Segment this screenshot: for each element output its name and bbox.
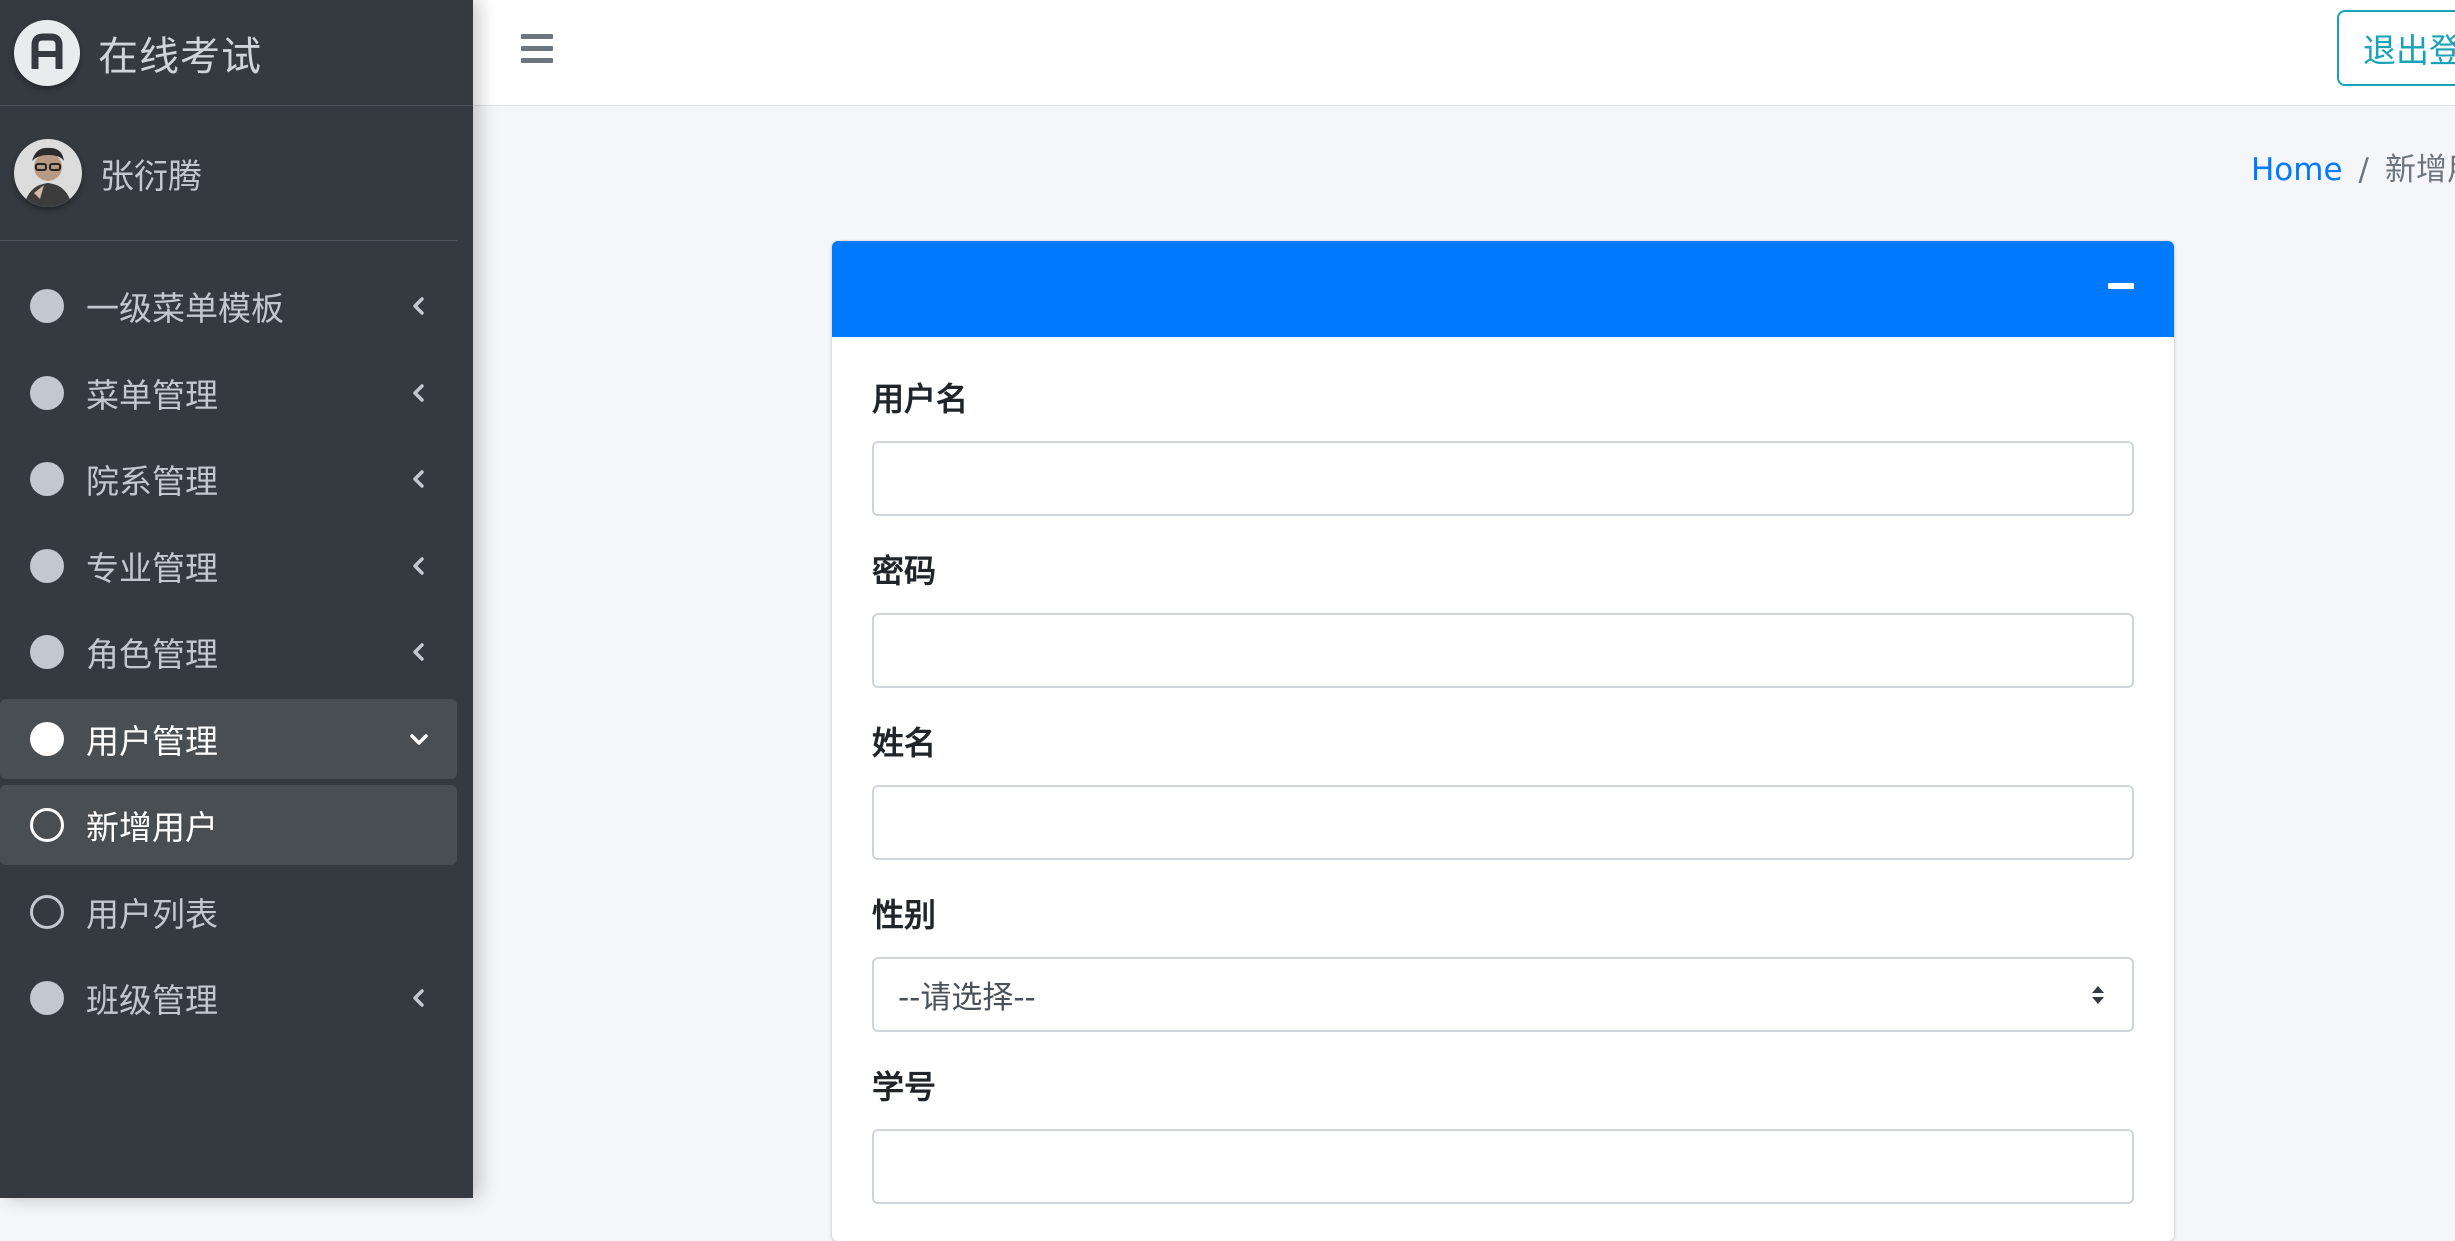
- logout-button[interactable]: 退出登录: [2337, 10, 2455, 86]
- username-group: 用户名: [872, 379, 2134, 551]
- name-group: 姓名: [872, 723, 2134, 895]
- breadcrumb-home-link[interactable]: Home: [2251, 152, 2343, 188]
- collapse-minus-icon[interactable]: [2108, 283, 2134, 289]
- sidebar-item-label: 院系管理: [86, 462, 218, 501]
- sidebar-item-user-list[interactable]: 用户列表: [0, 872, 457, 952]
- password-input[interactable]: [872, 613, 2134, 688]
- brand-title: 在线考试: [98, 33, 262, 80]
- chevron-left-icon: [413, 470, 424, 488]
- sidebar-item-class-management[interactable]: 班级管理: [0, 958, 457, 1038]
- circle-icon: [30, 635, 64, 669]
- circle-icon: [30, 548, 64, 583]
- gender-selected-value: --请选择--: [898, 980, 1036, 1016]
- sidebar-item-label: 用户列表: [86, 894, 218, 934]
- card-header: [832, 241, 2174, 337]
- sidebar-item-department-management[interactable]: 院系管理: [0, 439, 457, 519]
- breadcrumb-current: 新增用户: [2385, 152, 2455, 188]
- circle-outline-icon: [30, 808, 64, 842]
- password-label: 密码: [872, 552, 937, 590]
- chevron-down-icon: [410, 733, 428, 745]
- breadcrumb-separator: /: [2358, 152, 2369, 188]
- add-user-form: 用户名 密码 姓名 性别 --请选择-- 学号: [832, 337, 2174, 1239]
- sidebar-item-label: 专业管理: [86, 548, 218, 588]
- user-name: 张衍腾: [100, 156, 202, 197]
- sidebar-item-label: 用户管理: [86, 721, 218, 761]
- username-input[interactable]: [872, 441, 2134, 516]
- sidebar-item-label: 角色管理: [86, 635, 218, 674]
- user-avatar: [14, 139, 82, 207]
- sidebar-item-label: 一级菜单模板: [86, 289, 284, 328]
- circle-icon: [30, 375, 64, 410]
- breadcrumb: Home / 新增用户: [2251, 144, 2455, 189]
- top-navbar: 退出登录: [473, 0, 2455, 106]
- circle-icon: [30, 981, 64, 1015]
- circle-outline-icon: [30, 894, 64, 929]
- sidebar-item-label: 菜单管理: [86, 375, 218, 415]
- menu-toggle-icon[interactable]: [521, 34, 553, 64]
- username-label: 用户名: [872, 380, 969, 418]
- name-label: 姓名: [872, 724, 937, 762]
- chevron-left-icon: [413, 556, 424, 575]
- student-id-input[interactable]: [872, 1129, 2134, 1204]
- sidebar-item-label: 班级管理: [86, 981, 218, 1020]
- chevron-left-icon: [413, 383, 424, 402]
- app-logo-icon: [14, 19, 80, 86]
- chevron-left-icon: [413, 989, 424, 1007]
- user-panel[interactable]: 张衍腾: [0, 106, 457, 241]
- student-id-group: 学号: [872, 1067, 2134, 1239]
- brand-link[interactable]: 在线考试: [0, 0, 473, 106]
- sidebar-item-major-management[interactable]: 专业管理: [0, 526, 457, 606]
- name-input[interactable]: [872, 785, 2134, 860]
- sidebar-item-add-user[interactable]: 新增用户: [0, 785, 457, 865]
- chevron-left-icon: [413, 643, 424, 661]
- circle-icon: [30, 721, 64, 756]
- sidebar-item-user-management[interactable]: 用户管理: [0, 698, 457, 779]
- gender-select[interactable]: --请选择--: [872, 957, 2134, 1032]
- gender-group: 性别 --请选择--: [872, 895, 2134, 1067]
- student-id-label: 学号: [872, 1068, 937, 1106]
- sidebar-item-menu-management[interactable]: 菜单管理: [0, 353, 457, 433]
- sidebar-item-menu-template[interactable]: 一级菜单模板: [0, 266, 457, 346]
- sidebar-item-label: 新增用户: [86, 808, 218, 847]
- select-arrows-icon: [2092, 985, 2104, 1004]
- sidebar: 在线考试 张衍腾 一级菜单模板 菜单管理 院系管理 专业管理 角色管理 用户管理…: [0, 0, 473, 1198]
- sidebar-nav: 一级菜单模板 菜单管理 院系管理 专业管理 角色管理 用户管理 新增用户 用户列…: [0, 266, 473, 1038]
- gender-label: 性别: [872, 896, 937, 934]
- circle-icon: [30, 462, 64, 496]
- sidebar-item-role-management[interactable]: 角色管理: [0, 612, 457, 692]
- password-group: 密码: [872, 551, 2134, 723]
- add-user-card: 用户名 密码 姓名 性别 --请选择-- 学号: [832, 241, 2174, 1241]
- circle-icon: [30, 289, 64, 323]
- chevron-left-icon: [413, 297, 424, 315]
